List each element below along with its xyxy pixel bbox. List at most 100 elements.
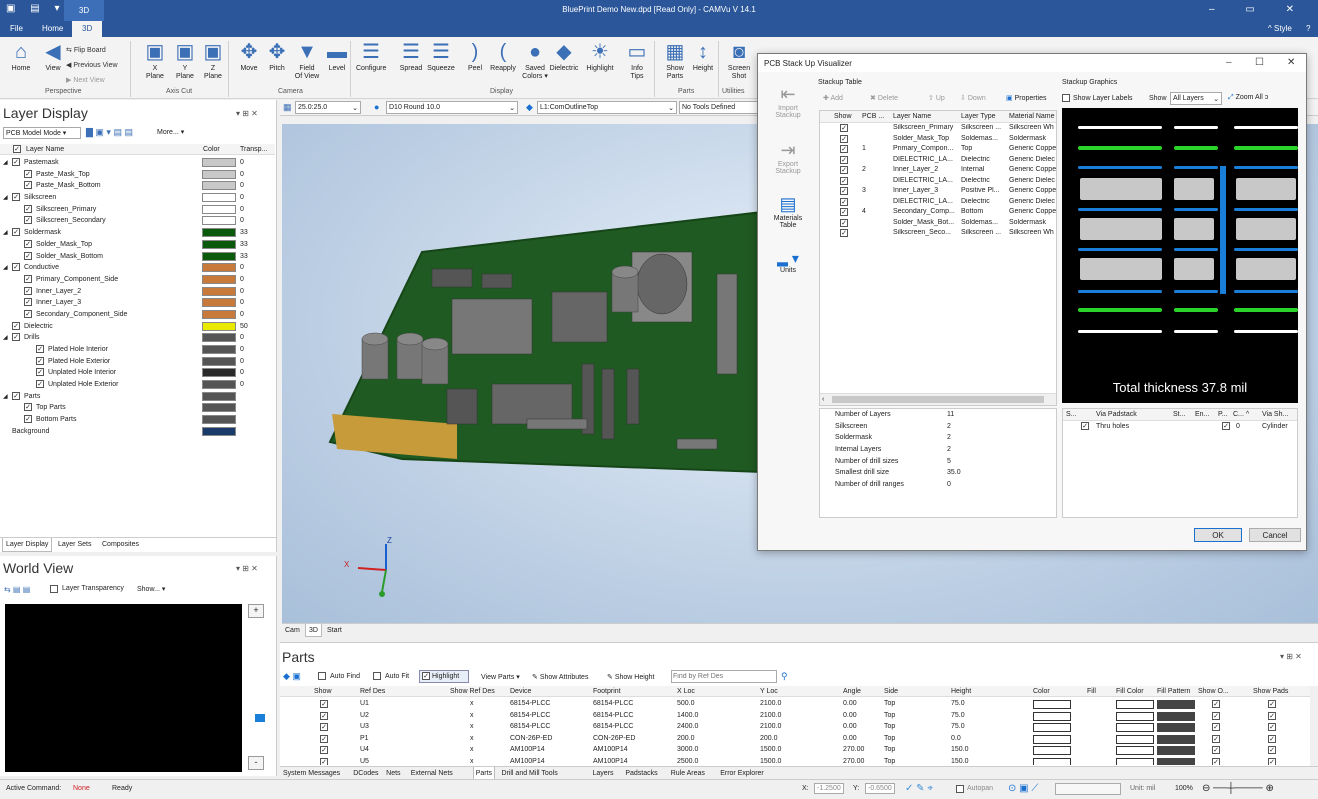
part-show-checkbox[interactable]: ✓ [320,746,328,754]
layer-visibility-checkbox[interactable]: ✓ [12,391,20,400]
ribbon-spread-button[interactable]: ☰ Spread [396,41,426,73]
stackup-hscrollbar[interactable]: ‹ [820,393,1056,405]
parts-col-fill[interactable]: Fill [1087,688,1096,695]
ribbon-peel-button[interactable]: ) Peel [460,41,490,73]
layer-row[interactable]: ◢ ✓ Conductive 0 [0,262,275,274]
parts-panel-controls[interactable]: ▾ ⊞ ✕ [1280,652,1302,661]
parts-col-show[interactable]: Show [314,688,332,695]
expand-icon[interactable]: ◢ [3,393,8,400]
layer-row[interactable]: ✓ Solder_Mask_Bottom 33 [0,251,275,263]
layer-color-swatch[interactable] [202,216,236,226]
zoom-slider[interactable]: ⊖ ──┼──── ⊕ [1202,783,1274,794]
part-show-outline-checkbox[interactable]: ✓ [1212,757,1220,765]
ribbon-info-tips-button[interactable]: ▭ Info Tips [622,41,652,81]
layer-color-swatch[interactable] [202,345,236,354]
stackup-show-checkbox[interactable]: ✓ [840,218,848,227]
auto-find-checkbox[interactable] [318,672,326,680]
ribbon-highlight-button[interactable]: ☀ Highlight [585,41,615,73]
show-height-button[interactable]: ✎ Show Height [607,673,655,681]
unit-dropdown[interactable] [1055,783,1121,795]
layer-visibility-checkbox[interactable]: ✓ [24,204,32,213]
dcode-select[interactable]: D10 Round 10.0 ⌄ [386,101,518,114]
layer-color-swatch[interactable] [202,274,236,284]
part-fill-color-swatch[interactable] [1116,734,1154,744]
dialog-minimize-button[interactable]: – [1226,57,1232,68]
layer-visibility-checkbox[interactable]: ✓ [24,309,32,318]
stackup-row[interactable]: ✓ Silkscreen_Primary Silkscreen ... Silkscr… [820,123,1056,134]
layer-visibility-checkbox[interactable]: ✓ [36,356,44,365]
world-zoom-out-button[interactable]: - [248,756,264,770]
layer-color-swatch[interactable] [202,169,236,179]
style-menu[interactable]: ^ Style [1268,24,1292,33]
layer-color-swatch[interactable] [202,193,236,203]
layer-color-swatch[interactable] [202,309,236,319]
layer-row[interactable]: ◢ ✓ Drills 0 [0,332,275,344]
world-zoom-in-button[interactable]: + [248,604,264,618]
help-icon[interactable]: ? [1306,24,1310,33]
part-show-outline-checkbox[interactable]: ✓ [1212,734,1220,743]
window-controls[interactable]: – ▭ ✕ [1209,4,1308,15]
stackup-show-checkbox[interactable]: ✓ [840,155,848,164]
stackup-show-checkbox[interactable]: ✓ [840,208,848,216]
layer-visibility-checkbox[interactable]: ✓ [24,298,32,307]
parts-scrollbar[interactable] [1310,686,1318,766]
stackup-row[interactable]: ✓ Solder_Mask_Bot... Soldemas... Soldermask [820,218,1056,229]
parts-col-fill-color[interactable]: Fill Color [1116,688,1144,695]
layer-visibility-checkbox[interactable]: ✓ [24,251,32,260]
stackup-row[interactable]: ✓ DIELECTRIC_LA... Dielectric Generic Diele… [820,197,1056,208]
ribbon-pitch-button[interactable]: ✥ Pitch [262,41,292,73]
table-row[interactable]: ✓ U3 x 68154-PLCC 68154-PLCC 2400.0 2100.0 0.00… [280,722,1310,734]
layer-color-swatch[interactable] [202,333,236,343]
stackup-show-checkbox[interactable]: ✓ [840,166,848,174]
layer-select[interactable]: L1:ComOutlineTop ⌄ [537,101,677,114]
ribbon-field-of-view-button[interactable]: ▼ Field Of View [292,41,322,81]
ribbon-configure-button[interactable]: ☰ Configure [356,41,386,73]
part-show-pads-checkbox[interactable]: ✓ [1268,734,1276,743]
part-color-swatch[interactable] [1033,757,1071,765]
stackup-show-checkbox[interactable]: ✓ [840,197,848,206]
via-row[interactable]: ✓ Thru holes ✓ 0 Cylinder [1063,421,1297,433]
part-show-checkbox[interactable]: ✓ [320,700,328,708]
ribbon-saved-colors-button[interactable]: ● Saved Colors ▾ [520,41,550,81]
parts-col-ref-des[interactable]: Ref Des [360,688,385,695]
search-icon[interactable]: ⚲ [781,671,788,682]
ribbon-move-button[interactable]: ✥ Move [234,41,264,73]
ribbon-x-plane-button[interactable]: ▣ X Plane [140,41,170,81]
stackup-row[interactable]: ✓ 2 Inner_Layer_2 Internal Generic Coppe [820,165,1056,176]
world-view-controls[interactable]: ▾ ⊞ ✕ [236,564,258,573]
part-show-checkbox[interactable]: ✓ [320,734,328,743]
layer-visibility-checkbox[interactable]: ✓ [12,228,20,237]
tab-cam[interactable]: Cam [285,627,300,634]
add-button[interactable]: ✚ Add [823,94,843,102]
parts-col-show-ref-des[interactable]: Show Ref Des [450,688,495,695]
layer-visibility-checkbox[interactable]: ✓ [36,345,44,353]
model-mode-select[interactable]: PCB Model Mode ▾ [3,127,81,139]
parts-col-device[interactable]: Device [510,688,531,695]
ribbon-squeeze-button[interactable]: ☰ Squeeze [426,41,456,73]
tab-padstacks[interactable]: Padstacks [625,770,657,777]
previous-view-button[interactable]: ◀ Previous View [66,58,118,73]
materials-table-button[interactable]: ▤ Materials Table [768,194,808,229]
part-show-checkbox[interactable]: ✓ [320,757,328,765]
delete-button[interactable]: ✖ Delete [870,94,898,102]
part-color-swatch[interactable] [1033,711,1071,721]
tab-nets[interactable]: Nets [386,770,400,777]
layer-visibility-checkbox[interactable]: ✓ [24,415,32,424]
layer-row[interactable]: ◢ ✓ Parts [0,391,275,403]
layer-color-swatch[interactable] [202,263,236,273]
stackup-show-checkbox[interactable]: ✓ [840,134,848,143]
layer-visibility-checkbox[interactable]: ✓ [12,333,20,342]
show-layers-select[interactable]: All Layers ⌄ [1170,92,1222,105]
ribbon-level-button[interactable]: ▬ Level [322,41,352,73]
expand-icon[interactable]: ◢ [3,264,8,271]
tab-layers[interactable]: Layers [592,770,613,777]
world-view-canvas[interactable] [5,604,242,772]
part-color-swatch[interactable] [1033,723,1071,732]
cancel-button[interactable]: Cancel [1249,528,1301,542]
layer-toolbar-icons[interactable]: ▇ ▣ ▾ ▤ ▤ [86,127,133,138]
ribbon-reapply-button[interactable]: (Reapply [488,41,518,73]
tab-layer-sets[interactable]: Layer Sets [58,541,91,548]
part-show-pads-checkbox[interactable]: ✓ [1268,757,1276,765]
layer-visibility-checkbox[interactable]: ✓ [12,321,20,330]
part-fill-color-swatch[interactable] [1116,757,1154,765]
